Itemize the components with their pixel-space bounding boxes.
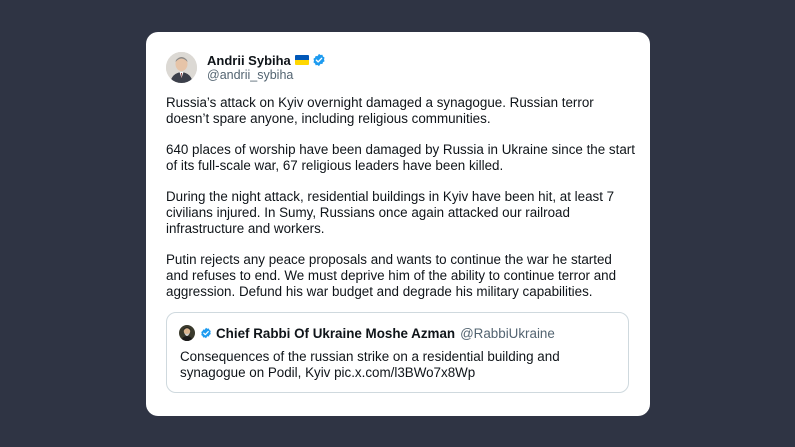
author-avatar[interactable]: [166, 52, 197, 83]
tweet-paragraph: Russia’s attack on Kyiv overnight damage…: [166, 95, 594, 126]
tweet-paragraph: Putin rejects any peace proposals and wa…: [166, 252, 617, 299]
tweet-paragraph: 640 places of worship have been damaged …: [166, 142, 635, 173]
quoted-author-avatar[interactable]: [179, 325, 195, 341]
verified-badge-icon: [313, 53, 325, 67]
author-display-row: Andrii Sybiha: [207, 53, 326, 68]
quoted-tweet-header: Chief Rabbi Of Ukraine Moshe Azman @Rabb…: [179, 325, 555, 341]
quoted-author-display-name[interactable]: Chief Rabbi Of Ukraine Moshe Azman: [216, 326, 455, 341]
verified-badge-icon: [201, 327, 211, 339]
tweet-paragraph: During the night attack, residential bui…: [166, 189, 615, 236]
author-display-name[interactable]: Andrii Sybiha: [207, 53, 291, 68]
quoted-author-handle[interactable]: @RabbiUkraine: [460, 326, 555, 341]
tweet-body: Russia’s attack on Kyiv overnight damage…: [166, 95, 636, 315]
tweet-card[interactable]: Andrii Sybiha @andrii_sybiha Russia’s at…: [146, 32, 650, 416]
quoted-tweet-text: Consequences of the russian strike on a …: [180, 349, 560, 380]
author-names: Andrii Sybiha @andrii_sybiha: [207, 53, 326, 83]
quoted-tweet[interactable]: Chief Rabbi Of Ukraine Moshe Azman @Rabb…: [166, 312, 629, 393]
tweet-header: Andrii Sybiha @andrii_sybiha: [166, 52, 326, 83]
author-handle[interactable]: @andrii_sybiha: [207, 68, 326, 83]
ukraine-flag-icon: [294, 55, 309, 65]
